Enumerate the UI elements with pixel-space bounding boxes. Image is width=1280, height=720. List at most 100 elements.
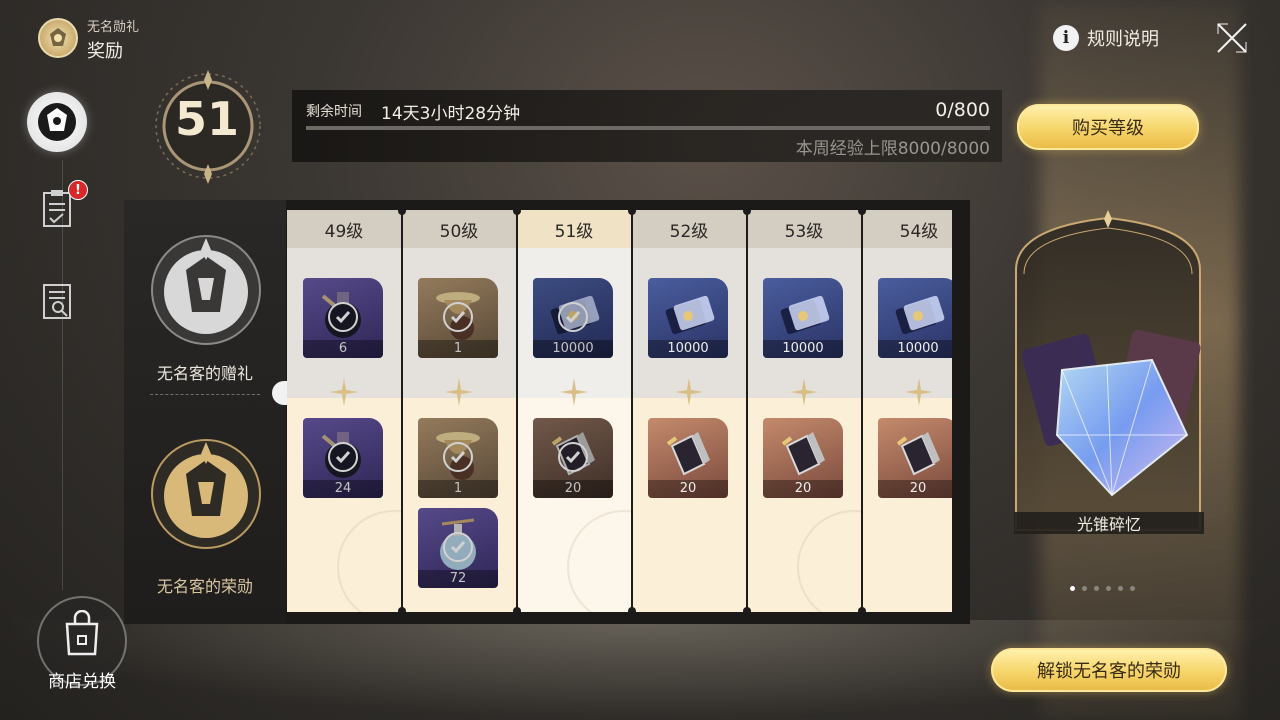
credit-icon	[780, 295, 830, 335]
exp-progress-bar	[306, 126, 990, 130]
book-icon	[551, 432, 595, 476]
divider-star-icon	[560, 378, 588, 406]
credit-icon	[665, 295, 715, 335]
reward-quantity: 20	[763, 480, 843, 498]
reward-quantity: 1	[418, 480, 498, 498]
claimed-check-icon	[558, 442, 588, 472]
book-icon	[666, 432, 710, 476]
divider-star-icon	[330, 378, 358, 406]
reward-item[interactable]: 20	[878, 418, 952, 498]
chalice-icon	[436, 292, 480, 340]
level-column: 54级 10000 20	[862, 210, 952, 612]
credit-icon	[550, 295, 600, 335]
chalice-icon	[436, 432, 480, 480]
reward-quantity: 10000	[878, 340, 952, 358]
reward-quantity: 20	[648, 480, 728, 498]
level-header: 51级	[517, 210, 631, 248]
reward-quantity: 10000	[648, 340, 728, 358]
potion-icon	[321, 292, 361, 338]
book-icon	[896, 432, 940, 476]
reward-item[interactable]: 72	[418, 508, 498, 588]
premium-tier-emblem-icon	[151, 439, 261, 549]
claimed-check-icon	[443, 532, 473, 562]
page-dot[interactable]	[1106, 586, 1111, 591]
featured-reward-label: 光锥碎忆	[1014, 512, 1204, 534]
reward-item[interactable]: 10000	[763, 278, 843, 358]
mission-alert-badge: !	[68, 180, 88, 200]
info-icon: i	[1053, 25, 1079, 51]
featured-page-indicator	[1070, 586, 1135, 591]
reward-quantity: 20	[878, 480, 952, 498]
reward-item[interactable]: 1	[418, 418, 498, 498]
level-column: 53级 10000 20	[747, 210, 911, 612]
event-subtitle: 无名勋礼	[87, 20, 140, 35]
remaining-time-value: 14天3小时28分钟	[381, 104, 521, 124]
level-header: 53级	[747, 210, 861, 248]
potion-icon	[321, 432, 361, 478]
book-icon	[781, 432, 825, 476]
page-dot[interactable]	[1130, 586, 1135, 591]
reward-item[interactable]: 10000	[533, 278, 613, 358]
page-dot[interactable]	[1070, 586, 1075, 591]
free-tier-label: 无名客的赠礼	[156, 364, 253, 383]
nameless-honor-emblem-icon	[38, 18, 78, 58]
claimed-check-icon	[328, 302, 358, 332]
tier-separator	[150, 394, 260, 395]
nav-overview-tab[interactable]	[41, 282, 77, 322]
divider-star-icon	[790, 378, 818, 406]
reward-quantity: 72	[418, 570, 498, 588]
exp-counter: 0/800	[935, 99, 990, 121]
document-search-icon	[43, 284, 71, 319]
reward-item[interactable]: 6	[303, 278, 383, 358]
page-dot[interactable]	[1094, 586, 1099, 591]
premium-tier-label: 无名客的荣勋	[156, 577, 253, 596]
level-column: 51级 10000 20	[517, 210, 681, 612]
column-divider	[743, 210, 751, 612]
divider-star-icon	[675, 378, 703, 406]
close-icon[interactable]	[1214, 20, 1250, 56]
level-column: 49级 6 24	[287, 210, 451, 612]
reward-item[interactable]: 24	[303, 418, 383, 498]
page-dot[interactable]	[1082, 586, 1087, 591]
shop-exchange-label: 商店兑换	[48, 672, 116, 692]
reward-quantity: 10000	[763, 340, 843, 358]
reward-quantity: 10000	[533, 340, 613, 358]
column-divider	[398, 210, 406, 612]
nav-rewards-tab[interactable]	[27, 92, 87, 152]
level-header: 52级	[632, 210, 746, 248]
featured-reward-card[interactable]	[1012, 210, 1204, 535]
reward-quantity: 20	[533, 480, 613, 498]
reward-item[interactable]: 1	[418, 278, 498, 358]
unlock-premium-button[interactable]: 解锁无名客的荣勋	[991, 648, 1227, 692]
level-column: 50级 1 1 72	[402, 210, 516, 612]
level-header: 54级	[862, 210, 952, 248]
claimed-check-icon	[443, 442, 473, 472]
level-header: 50级	[402, 210, 516, 248]
column-divider	[628, 210, 636, 612]
reward-item[interactable]: 20	[533, 418, 613, 498]
divider-star-icon	[905, 378, 933, 406]
rewards-emblem-icon	[38, 103, 76, 141]
reward-grid: 49级 6 24 50级 1 1 72 51级 10000 20 52级 10000 20 53级 1000…	[287, 210, 952, 612]
page-title: 奖励	[87, 41, 123, 62]
shopping-bag-icon	[65, 610, 99, 656]
reward-item[interactable]: 10000	[648, 278, 728, 358]
page-dot[interactable]	[1118, 586, 1123, 591]
rules-label: 规则说明	[1087, 29, 1159, 50]
reward-item[interactable]: 20	[648, 418, 728, 498]
flask-icon	[440, 518, 476, 570]
divider-star-icon	[445, 378, 473, 406]
credit-icon	[895, 295, 945, 335]
reward-quantity: 1	[418, 340, 498, 358]
buy-level-button[interactable]: 购买等级	[1017, 104, 1199, 150]
column-divider	[858, 210, 866, 612]
rules-button[interactable]: i 规则说明	[1053, 24, 1159, 52]
reward-quantity: 6	[303, 340, 383, 358]
free-tier-emblem-icon	[151, 235, 261, 345]
remaining-time-label: 剩余时间	[306, 104, 362, 120]
weekly-exp-cap: 本周经验上限8000/8000	[795, 139, 990, 159]
claimed-check-icon	[328, 442, 358, 472]
reward-quantity: 24	[303, 480, 383, 498]
reward-item[interactable]: 20	[763, 418, 843, 498]
reward-item[interactable]: 10000	[878, 278, 952, 358]
